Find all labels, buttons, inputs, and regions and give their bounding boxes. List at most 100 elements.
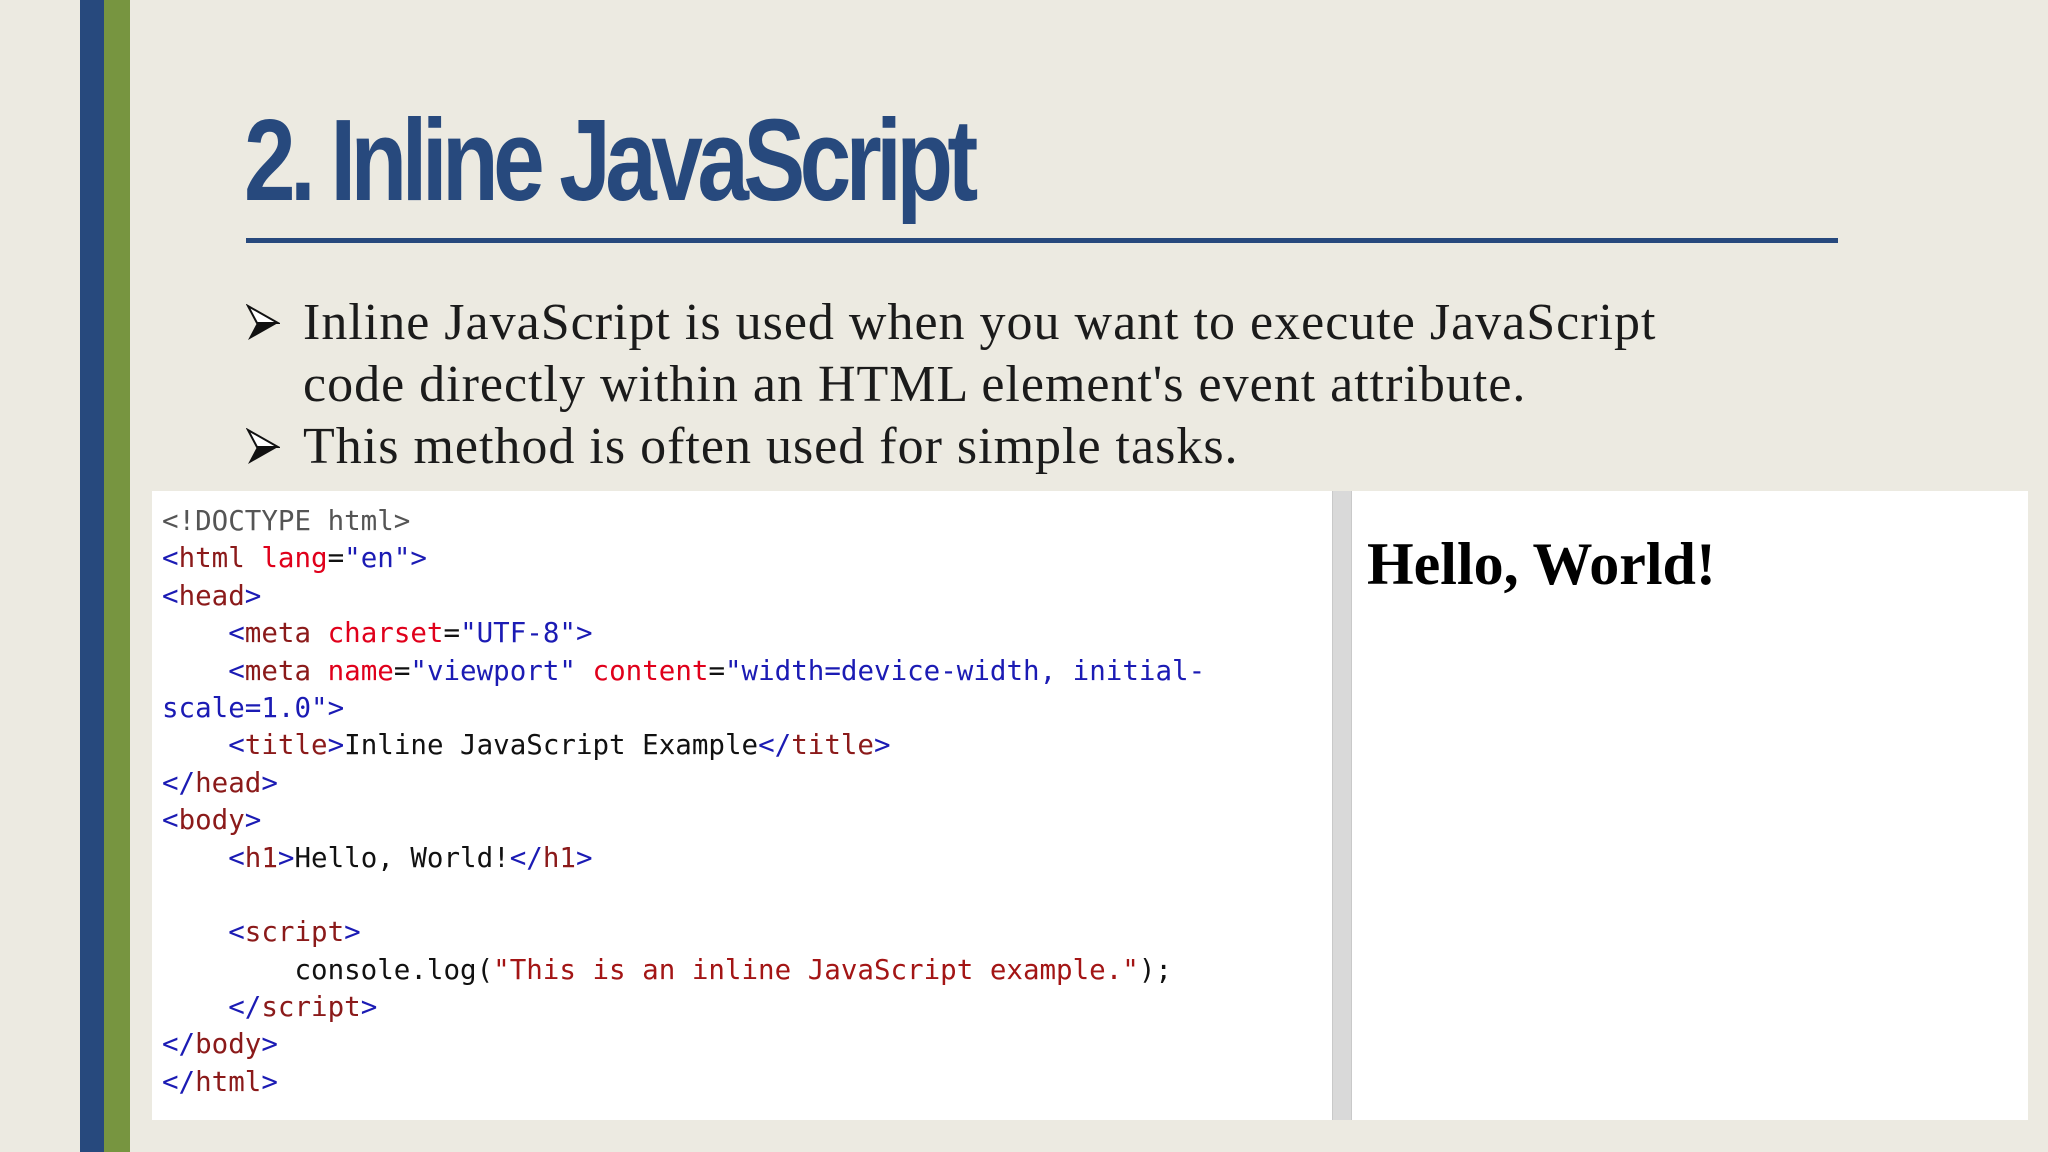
- code-token: =: [708, 654, 725, 687]
- code-line: console.log("This is an inline JavaScrip…: [162, 952, 1205, 989]
- left-accent-bar-green: [104, 0, 130, 1152]
- code-line: <script>: [162, 914, 1205, 951]
- code-token: >: [261, 766, 278, 799]
- code-token: "UTF-8": [460, 617, 576, 650]
- code-token: <!DOCTYPE html>: [162, 505, 411, 537]
- code-token: >: [410, 542, 427, 575]
- code-token: =: [443, 617, 461, 650]
- panel-divider: [1332, 491, 1352, 1120]
- code-token: <: [162, 542, 179, 575]
- code-token: console.log(: [162, 953, 494, 986]
- code-token: =: [393, 654, 411, 687]
- code-token: );: [1138, 953, 1172, 986]
- code-line: <!DOCTYPE html>: [162, 503, 1205, 540]
- slide-title: 2. Inline JavaScript: [244, 95, 978, 225]
- code-token: head: [178, 579, 245, 612]
- code-token: >: [575, 617, 593, 650]
- code-token: title: [791, 729, 874, 762]
- code-token: content: [592, 654, 709, 687]
- code-token: >: [244, 579, 262, 612]
- title-underline: [246, 238, 1838, 243]
- code-token: Hello, World!: [294, 841, 510, 874]
- code-token: </: [228, 991, 262, 1024]
- code-token: <: [162, 579, 179, 612]
- arrow-bullet-icon: [246, 304, 280, 340]
- code-token: <: [228, 654, 245, 687]
- code-line: scale=1.0">: [162, 690, 1205, 727]
- code-token: </: [162, 1065, 196, 1098]
- code-token: meta: [244, 617, 312, 650]
- code-token: h1: [542, 841, 576, 874]
- code-token: script: [261, 991, 361, 1024]
- code-line: <meta charset="UTF-8">: [162, 615, 1205, 652]
- code-token: </: [162, 766, 196, 799]
- preview-heading: Hello, World!: [1367, 531, 1716, 597]
- code-token: Inline JavaScript Example: [344, 729, 759, 762]
- code-line: <html lang="en">: [162, 540, 1205, 577]
- code-token: "This is an inline JavaScript example.": [493, 953, 1139, 986]
- code-block: <!DOCTYPE html> <html lang="en"> <head> <m…: [162, 503, 1205, 1101]
- code-token: script: [244, 916, 345, 949]
- code-token: >: [261, 1065, 278, 1098]
- bullet-text-line: code directly within an HTML element's e…: [303, 356, 1527, 413]
- code-token: "viewport": [410, 654, 576, 687]
- code-line: <title>Inline JavaScript Example</title>: [162, 727, 1205, 764]
- code-token: <: [228, 617, 245, 650]
- code-token: <: [228, 729, 245, 762]
- bullet-item: This method is often used for simple tas…: [246, 416, 1906, 478]
- code-line: </head>: [162, 765, 1205, 802]
- code-token: </: [509, 841, 543, 874]
- bullet-list: Inline JavaScript is used when you want …: [246, 292, 1906, 478]
- code-token: body: [178, 804, 245, 837]
- bullet-item: Inline JavaScript is used when you want …: [246, 292, 1906, 416]
- code-token: <: [162, 804, 179, 837]
- code-line: </body>: [162, 1026, 1205, 1063]
- preview-panel: Hello, World!: [1352, 491, 2028, 1120]
- code-line: </script>: [162, 989, 1205, 1026]
- code-token: "width=device-width, initial-: [725, 654, 1206, 687]
- code-token: >: [575, 841, 593, 874]
- code-token: html: [178, 542, 245, 575]
- code-token: scale=1.0": [162, 691, 328, 724]
- code-token: </: [758, 729, 792, 762]
- code-token: >: [360, 991, 378, 1024]
- code-token: html: [195, 1065, 262, 1098]
- code-line: <body>: [162, 802, 1205, 839]
- code-line: </html>: [162, 1064, 1205, 1101]
- code-token: </: [162, 1028, 196, 1061]
- code-token: meta: [244, 654, 312, 687]
- code-panel: <!DOCTYPE html> <html lang="en"> <head> <m…: [152, 491, 1332, 1120]
- code-token: h1: [244, 841, 278, 874]
- arrow-bullet-icon: [246, 428, 280, 464]
- code-line: <head>: [162, 578, 1205, 615]
- code-token: title: [244, 729, 328, 762]
- left-accent-bar-blue: [80, 0, 104, 1152]
- code-token: >: [344, 916, 361, 949]
- code-token: <: [228, 916, 245, 949]
- code-token: >: [261, 1028, 278, 1061]
- code-token: <: [228, 841, 245, 874]
- code-token: >: [327, 691, 345, 724]
- code-token: head: [195, 766, 262, 799]
- code-line: <h1>Hello, World!</h1>: [162, 840, 1205, 877]
- code-line: <meta name="viewport" content="width=dev…: [162, 653, 1205, 690]
- code-token: lang: [261, 542, 328, 575]
- bullet-text-line: This method is often used for simple tas…: [303, 418, 1239, 475]
- code-token: >: [277, 841, 295, 874]
- code-token: =: [327, 542, 345, 575]
- code-token: >: [327, 729, 345, 762]
- code-token: charset: [327, 617, 444, 650]
- code-token: name: [327, 654, 394, 687]
- code-token: "en": [344, 542, 411, 575]
- code-token: >: [874, 729, 891, 762]
